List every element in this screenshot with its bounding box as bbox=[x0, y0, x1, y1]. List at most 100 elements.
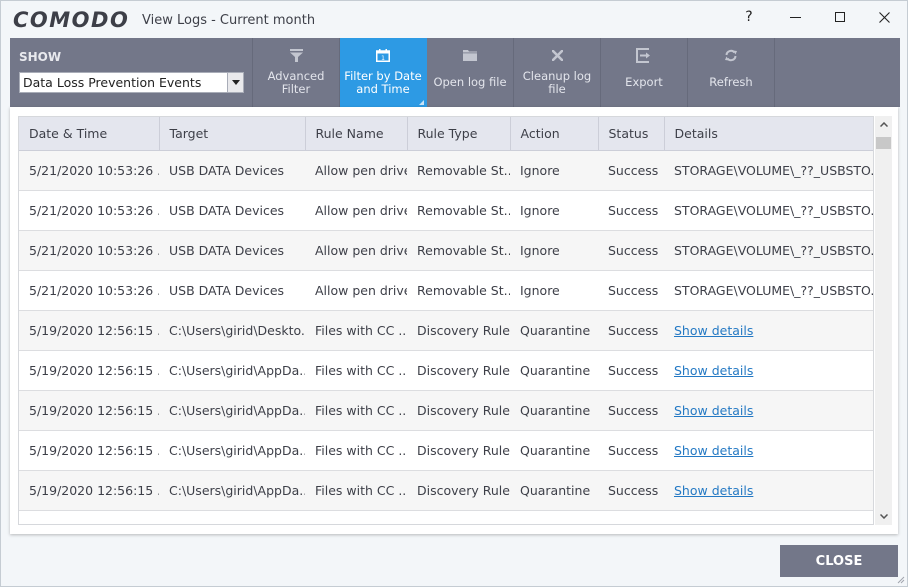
cell-rule-name: Allow pen drive bbox=[305, 150, 407, 191]
calendar-icon: 1 bbox=[376, 46, 390, 64]
show-details-link[interactable]: Show details bbox=[674, 363, 753, 378]
advanced-filter-label-2: Filter bbox=[281, 82, 311, 96]
cell-target: USB DATA Devices bbox=[159, 230, 305, 271]
cell-action: Quarantine bbox=[510, 390, 598, 431]
cell-rule-name: Files with CC ... bbox=[305, 430, 407, 471]
cell-date-time: 5/21/2020 10:53:26 ... bbox=[19, 230, 159, 271]
chevron-down-icon bbox=[231, 80, 240, 85]
cell-action: Ignore bbox=[510, 190, 598, 231]
cell-date-time: 5/21/2020 10:53:26 ... bbox=[19, 150, 159, 191]
scroll-down-button[interactable] bbox=[875, 508, 892, 525]
column-header-details[interactable]: Details bbox=[664, 117, 873, 151]
cell-rule-type: Discovery Rule bbox=[407, 430, 510, 471]
advanced-filter-button[interactable]: Advanced Filter bbox=[253, 38, 340, 107]
cell-target: C:\Users\girid\AppDa... bbox=[159, 390, 305, 431]
table-row[interactable]: 5/21/2020 10:53:26 ... USB DATA Devices Al… bbox=[19, 270, 873, 311]
cleanup-label-2: file bbox=[548, 82, 566, 96]
cell-status bbox=[598, 510, 664, 524]
cell-rule-name: Files with CC ... bbox=[305, 310, 407, 351]
cell-date-time: 5/19/2020 12:56:15 ... bbox=[19, 390, 159, 431]
column-header-target[interactable]: Target bbox=[159, 117, 306, 151]
table-row[interactable]: 5/19/2020 12:56:15 ... C:\Users\girid\App… bbox=[19, 470, 873, 511]
column-header-action[interactable]: Action bbox=[510, 117, 599, 151]
dropdown-corner-indicator bbox=[419, 100, 424, 105]
vertical-scrollbar[interactable] bbox=[875, 116, 892, 525]
cell-action: Quarantine bbox=[510, 430, 598, 471]
cell-rule-type: Removable St... bbox=[407, 230, 510, 271]
show-details-link[interactable]: Show details bbox=[674, 443, 753, 458]
cell-action: Quarantine bbox=[510, 470, 598, 511]
open-log-file-button[interactable]: Open log file bbox=[427, 38, 514, 107]
table-row[interactable]: 5/19/2020 12:56:15 ... C:\Users\girid\App… bbox=[19, 430, 873, 471]
maximize-icon bbox=[835, 12, 845, 22]
cell-action: Ignore bbox=[510, 270, 598, 311]
cell-date-time: 5/19/2020 12:56:15 ... bbox=[19, 430, 159, 471]
show-details-link[interactable]: Show details bbox=[674, 483, 753, 498]
export-icon bbox=[636, 46, 652, 64]
chevron-up-icon bbox=[879, 122, 888, 127]
toolbar: SHOW Data Loss Prevention Events Advance… bbox=[10, 38, 900, 107]
column-header-rule-type[interactable]: Rule Type bbox=[407, 117, 511, 151]
cleanup-log-file-button[interactable]: Cleanup log file bbox=[514, 38, 601, 107]
cell-target: C:\Users\girid\AppDa... bbox=[159, 430, 305, 471]
cell-status: Success bbox=[598, 190, 664, 231]
minimize-button[interactable] bbox=[775, 5, 815, 29]
table-row[interactable]: 5/21/2020 10:53:26 ... USB DATA Devices Al… bbox=[19, 150, 873, 191]
refresh-button[interactable]: Refresh bbox=[688, 38, 775, 107]
close-button[interactable]: CLOSE bbox=[780, 545, 898, 577]
cell-target: C:\Users\girid\Deskto... bbox=[159, 310, 305, 351]
cell-status: Success bbox=[598, 270, 664, 311]
log-panel: Date & Time Target Rule Name Rule Type A… bbox=[10, 107, 898, 534]
table-row[interactable]: 5/19/2020 12:56:15 ... C:\Users\girid\Des… bbox=[19, 310, 873, 351]
maximize-button[interactable] bbox=[820, 5, 860, 29]
column-header-status[interactable]: Status bbox=[598, 117, 665, 151]
table-row[interactable] bbox=[19, 510, 873, 524]
show-details-link[interactable]: Show details bbox=[674, 323, 753, 338]
cell-date-time bbox=[19, 510, 159, 524]
cell-rule-type: Removable St... bbox=[407, 190, 510, 231]
refresh-label: Refresh bbox=[709, 75, 753, 89]
cell-details: Show details bbox=[664, 430, 873, 471]
x-icon bbox=[551, 46, 563, 64]
cell-status: Success bbox=[598, 390, 664, 431]
column-header-rule-name[interactable]: Rule Name bbox=[305, 117, 408, 151]
log-table-body: 5/21/2020 10:53:26 ... USB DATA Devices Al… bbox=[19, 150, 873, 524]
open-log-file-label: Open log file bbox=[433, 75, 507, 89]
scroll-up-button[interactable] bbox=[875, 116, 892, 133]
dropdown-arrow[interactable] bbox=[227, 73, 243, 92]
table-row[interactable]: 5/19/2020 12:56:15 ... C:\Users\girid\App… bbox=[19, 390, 873, 431]
calendar-day: 1 bbox=[381, 55, 385, 62]
show-details-link[interactable]: Show details bbox=[674, 403, 753, 418]
log-type-selected: Data Loss Prevention Events bbox=[23, 75, 202, 90]
cell-rule-type bbox=[407, 510, 510, 524]
resize-grip-icon[interactable] bbox=[897, 576, 905, 584]
view-logs-window: COMODO View Logs - Current month ? SHOW … bbox=[0, 0, 908, 587]
table-header-row: Date & Time Target Rule Name Rule Type A… bbox=[19, 117, 873, 151]
show-section: SHOW Data Loss Prevention Events bbox=[10, 38, 253, 107]
cell-status: Success bbox=[598, 350, 664, 391]
cell-date-time: 5/19/2020 12:56:15 ... bbox=[19, 350, 159, 391]
cell-rule-type: Discovery Rule bbox=[407, 390, 510, 431]
scroll-thumb[interactable] bbox=[876, 137, 891, 149]
cell-rule-type: Discovery Rule bbox=[407, 310, 510, 351]
chevron-down-icon bbox=[879, 514, 888, 519]
filter-by-date-button[interactable]: 1 Filter by Date and Time bbox=[340, 38, 427, 107]
cell-details: Show details bbox=[664, 390, 873, 431]
table-row[interactable]: 5/21/2020 10:53:26 ... USB DATA Devices Al… bbox=[19, 230, 873, 271]
log-table-container: Date & Time Target Rule Name Rule Type A… bbox=[18, 116, 874, 525]
window-close-button[interactable] bbox=[864, 5, 904, 29]
log-type-dropdown[interactable]: Data Loss Prevention Events bbox=[19, 72, 244, 93]
cell-details: STORAGE\VOLUME\_??_USBSTO... bbox=[664, 190, 873, 231]
cell-rule-type: Discovery Rule bbox=[407, 350, 510, 391]
cell-date-time: 5/19/2020 12:56:15 ... bbox=[19, 470, 159, 511]
table-row[interactable]: 5/21/2020 10:53:26 ... USB DATA Devices Al… bbox=[19, 190, 873, 231]
cell-rule-name bbox=[305, 510, 407, 524]
cell-target: USB DATA Devices bbox=[159, 270, 305, 311]
help-button[interactable]: ? bbox=[729, 5, 769, 29]
export-button[interactable]: Export bbox=[601, 38, 688, 107]
column-header-date-time[interactable]: Date & Time bbox=[19, 117, 160, 151]
cell-status: Success bbox=[598, 470, 664, 511]
cell-rule-name: Files with CC ... bbox=[305, 470, 407, 511]
cell-rule-name: Files with CC ... bbox=[305, 350, 407, 391]
table-row[interactable]: 5/19/2020 12:56:15 ... C:\Users\girid\App… bbox=[19, 350, 873, 391]
